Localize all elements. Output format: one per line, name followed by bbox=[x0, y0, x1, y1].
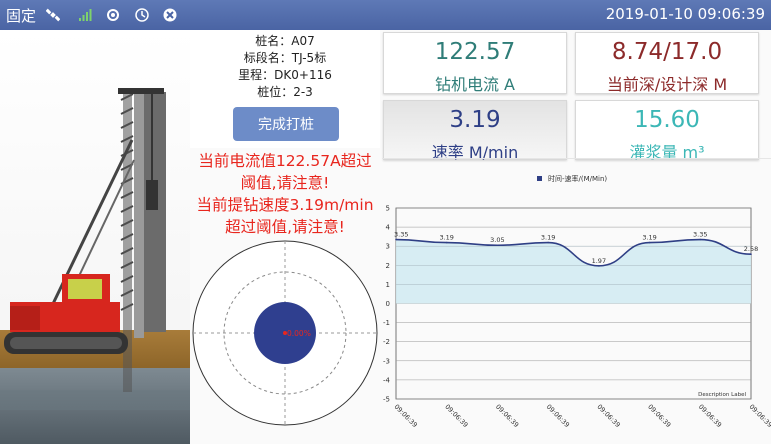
alert-line: 当前电流值122.57A超过 bbox=[198, 152, 372, 170]
y-tick-label: -4 bbox=[383, 376, 391, 384]
x-tick-label: 09:06:39 bbox=[494, 403, 520, 429]
speed-card[interactable]: 3.19 速率 M/min bbox=[383, 100, 567, 162]
x-tick-label: 09:06:39 bbox=[697, 403, 723, 429]
close-icon bbox=[163, 8, 177, 22]
data-point bbox=[750, 253, 752, 256]
y-tick-label: 1 bbox=[386, 281, 390, 289]
data-point bbox=[648, 241, 651, 244]
series-area bbox=[396, 239, 751, 304]
data-label: 3.19 bbox=[642, 234, 656, 242]
y-tick-label: 4 bbox=[386, 224, 391, 232]
threshold-alert: 当前电流值122.57A超过 阈值,请注意! 当前提钻速度3.19m/min 超… bbox=[190, 150, 380, 238]
data-point bbox=[699, 238, 702, 241]
data-label: 3.19 bbox=[439, 234, 453, 242]
mileage: 里程：DK0+116 bbox=[238, 68, 332, 82]
y-tick-label: 2 bbox=[386, 262, 390, 270]
x-tick-label: 09:06:39 bbox=[393, 403, 419, 429]
y-tick-label: -3 bbox=[383, 357, 390, 365]
section-name: 标段名：TJ-5标 bbox=[243, 51, 327, 65]
status-bar: 固定 2019-01-10 09:06:39 bbox=[0, 0, 771, 30]
data-label: 1.97 bbox=[592, 257, 606, 265]
x-tick-label: 09:06:39 bbox=[646, 403, 672, 429]
data-point bbox=[445, 241, 448, 244]
finish-piling-button[interactable]: 完成打桩 bbox=[233, 107, 339, 141]
mode-label: 固定 bbox=[6, 7, 37, 25]
alert-line: 超过阈值,请注意! bbox=[225, 218, 345, 236]
y-tick-label: -1 bbox=[383, 319, 390, 327]
verticality-gauge: 0.00% bbox=[192, 240, 378, 426]
y-tick-label: -5 bbox=[383, 396, 390, 404]
gauge-percent: 0.00% bbox=[287, 329, 311, 338]
grout-label: 灌浆量 m³ bbox=[629, 143, 705, 162]
speed-label: 速率 M/min bbox=[431, 143, 519, 162]
data-point bbox=[496, 244, 499, 247]
speed-time-chart: 时间-速率/(M/Min) 5 4 3 2 1 0 -1 -2 -3 -4 -5 3.35 3.19 3… bbox=[383, 174, 771, 429]
pile-info-panel: 桩名：A07 标段名：TJ-5标 里程：DK0+116 桩位：2-3 完成打桩 bbox=[190, 30, 380, 148]
data-point bbox=[547, 241, 549, 244]
clock-icon bbox=[135, 8, 149, 22]
datetime: 2019-01-10 09:06:39 bbox=[605, 5, 765, 23]
description-label: Description Label bbox=[698, 392, 746, 398]
pile-position: 桩位：2-3 bbox=[257, 85, 313, 99]
depth-card[interactable]: 8.74/17.0 当前深/设计深 M bbox=[575, 32, 759, 94]
y-tick-label: 0 bbox=[386, 300, 390, 308]
data-label: 3.19 bbox=[541, 234, 555, 242]
data-label: 3.35 bbox=[394, 231, 408, 239]
settings-icon bbox=[107, 9, 119, 21]
y-tick-label: 5 bbox=[386, 205, 390, 213]
current-value: 122.57 bbox=[434, 39, 516, 65]
depth-label: 当前深/设计深 M bbox=[606, 75, 728, 94]
alert-line: 阈值,请注意! bbox=[240, 174, 330, 192]
depth-value: 8.74/17.0 bbox=[611, 39, 723, 65]
x-tick-label: 09:06:39 bbox=[748, 403, 771, 429]
data-label: 3.35 bbox=[693, 231, 707, 239]
current-card[interactable]: 122.57 钻机电流 A bbox=[383, 32, 567, 94]
grout-value: 15.60 bbox=[634, 107, 700, 133]
signal-bars-icon bbox=[79, 9, 92, 21]
legend-swatch bbox=[537, 176, 542, 181]
data-label: 2.58 bbox=[744, 245, 758, 253]
pile-name: 桩名：A07 bbox=[255, 34, 315, 48]
data-point bbox=[598, 265, 600, 267]
data-label: 3.05 bbox=[490, 236, 504, 244]
speed-value: 3.19 bbox=[449, 107, 501, 133]
x-tick-label: 09:06:39 bbox=[595, 403, 621, 429]
legend-label: 时间-速率/(M/Min) bbox=[548, 174, 607, 183]
x-tick-label: 09:06:39 bbox=[443, 403, 469, 429]
grout-card[interactable]: 15.60 灌浆量 m³ bbox=[575, 100, 759, 162]
divider bbox=[382, 158, 771, 159]
satellite-icon bbox=[46, 8, 60, 22]
y-tick-label: -2 bbox=[383, 338, 390, 346]
alert-line: 当前提钻速度3.19m/min bbox=[196, 196, 374, 214]
x-tick-label: 09:06:39 bbox=[545, 403, 571, 429]
drilling-rig-illustration bbox=[0, 30, 190, 444]
current-label: 钻机电流 A bbox=[434, 75, 516, 94]
data-point bbox=[395, 238, 397, 241]
y-tick-label: 3 bbox=[386, 243, 390, 251]
